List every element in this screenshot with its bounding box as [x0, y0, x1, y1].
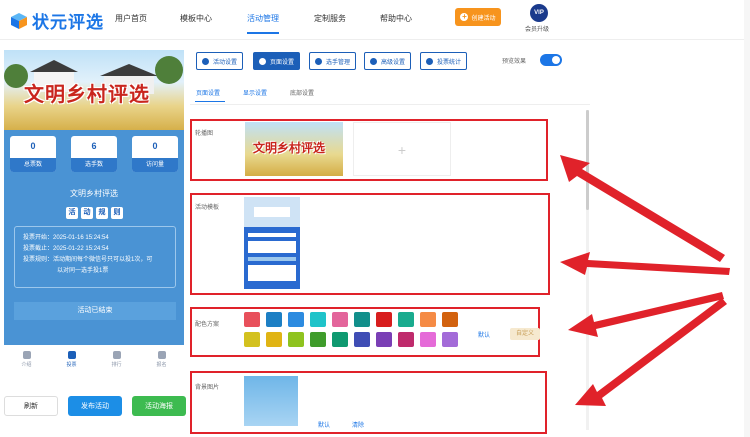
advanced-settings-button[interactable]: 高级设置 [364, 52, 412, 70]
mobile-preview: 文明乡村评选 0 总票数 6 选手数 0 访问量 文明乡村评选 活 动 规 则 … [4, 50, 184, 360]
color-swatch[interactable] [310, 312, 326, 327]
top-navbar: 状元评选 用户首页 模板中心 活动管理 定制服务 帮助中心 + 创建活动 VIP… [0, 0, 750, 40]
color-swatch[interactable] [442, 332, 458, 347]
color-swatch[interactable] [376, 312, 392, 327]
color-swatch[interactable] [332, 312, 348, 327]
page-icon [259, 57, 266, 65]
template-preview-graphic [244, 197, 300, 281]
tab-intro[interactable]: 介绍 [4, 345, 49, 378]
activity-settings-button[interactable]: 活动设置 [196, 52, 244, 70]
color-swatch[interactable] [442, 312, 458, 327]
activity-name: 文明乡村评选 [70, 189, 118, 198]
preview-effect-toggle[interactable] [540, 54, 562, 66]
chart-icon [426, 57, 433, 65]
color-swatch[interactable] [376, 332, 392, 347]
arrow-to-carousel [560, 155, 725, 262]
background-default-link[interactable]: 默认 [318, 420, 330, 429]
home-icon [22, 351, 31, 359]
tab-vote[interactable]: 投票 [49, 345, 94, 378]
subtab-display-settings[interactable]: 显示设置 [243, 88, 267, 97]
subtab-page-settings[interactable]: 页面设置 [196, 88, 220, 97]
background-image-thumbnail[interactable] [244, 376, 298, 426]
color-swatch[interactable] [288, 332, 304, 347]
color-swatch-grid [244, 312, 458, 347]
color-default-link[interactable]: 默认 [478, 330, 490, 339]
add-carousel-image-button[interactable]: + [353, 122, 451, 176]
vip-badge-icon[interactable]: VIP [530, 4, 548, 22]
settings-scrollbar[interactable] [586, 110, 589, 430]
color-swatch[interactable] [244, 332, 260, 347]
stat-visits: 0 访问量 [132, 136, 178, 172]
logo-text: 状元评选 [32, 13, 104, 32]
arrow-to-background [575, 298, 727, 406]
page-settings-button[interactable]: 页面设置 [253, 52, 301, 70]
color-swatch[interactable] [354, 312, 370, 327]
color-swatch[interactable] [244, 312, 260, 327]
color-swatch[interactable] [288, 312, 304, 327]
color-swatch[interactable] [354, 332, 370, 347]
preview-effect-label: 预览效果 [502, 59, 527, 65]
background-label: 背景图片 [195, 385, 220, 391]
background-clear-link[interactable]: 清除 [352, 420, 364, 429]
upgrade-link[interactable]: 会员升级 [525, 24, 549, 33]
contestant-management-button[interactable]: 选手管理 [309, 52, 357, 70]
tab-signup[interactable]: 报名 [139, 345, 184, 378]
active-nav-underline [247, 32, 279, 34]
activity-ended-banner: 活动已结束 [14, 302, 176, 320]
color-swatch[interactable] [310, 332, 326, 347]
poster-button[interactable]: 活动海报 [132, 396, 186, 416]
banner-title: 文明乡村评选 [24, 82, 150, 106]
color-swatch[interactable] [420, 332, 436, 347]
logo-cube-icon [11, 12, 27, 29]
color-swatch[interactable] [332, 332, 348, 347]
nav-activity-management[interactable]: 活动管理 [247, 13, 279, 24]
template-thumbnail[interactable] [244, 197, 300, 289]
nav-help-center[interactable]: 帮助中心 [380, 13, 412, 24]
color-custom-button[interactable]: 自定义 [510, 328, 540, 340]
logo[interactable]: 状元评选 [10, 8, 104, 33]
nav-templates[interactable]: 模板中心 [180, 13, 212, 24]
color-swatch[interactable] [420, 312, 436, 327]
stat-total-votes: 0 总票数 [10, 136, 56, 172]
carousel-image[interactable]: 文明乡村评选 [245, 122, 343, 176]
color-swatch[interactable] [266, 332, 282, 347]
template-label: 活动模板 [195, 205, 220, 211]
vote-statistics-button[interactable]: 投票统计 [420, 52, 468, 70]
subtab-underline [195, 101, 225, 102]
preview-tabbar: 介绍 投票 排行 报名 [4, 345, 184, 378]
color-swatch[interactable] [266, 312, 282, 327]
stat-contestants: 6 选手数 [71, 136, 117, 172]
flag-icon [67, 351, 76, 359]
color-swatch[interactable] [398, 332, 414, 347]
divider [190, 104, 590, 105]
plus-icon: + [460, 12, 469, 21]
users-icon [315, 57, 322, 65]
bar-chart-icon [112, 351, 121, 359]
page-scrollbar[interactable] [744, 0, 750, 437]
color-swatch[interactable] [398, 312, 414, 327]
nav-custom-service[interactable]: 定制服务 [314, 13, 346, 24]
refresh-button[interactable]: 刷新 [4, 396, 58, 416]
rules-box: 投票开始：2025-01-16 15:24:54 投票截止：2025-01-22… [14, 226, 176, 288]
sliders-icon [370, 57, 377, 65]
carousel-label: 轮播图 [195, 131, 214, 137]
nav-home[interactable]: 用户首页 [115, 13, 147, 24]
rules-heading: 活 动 规 则 [66, 207, 123, 219]
tab-ranking[interactable]: 排行 [94, 345, 139, 378]
subtab-footer-settings[interactable]: 底部设置 [290, 88, 314, 97]
publish-button[interactable]: 发布活动 [68, 396, 122, 416]
gear-icon [202, 57, 209, 65]
create-activity-button[interactable]: + 创建活动 [455, 8, 501, 26]
color-scheme-label: 配色方案 [195, 322, 220, 328]
preview-banner: 文明乡村评选 [4, 50, 184, 130]
user-icon [157, 351, 166, 359]
arrow-to-color-scheme [568, 292, 724, 337]
